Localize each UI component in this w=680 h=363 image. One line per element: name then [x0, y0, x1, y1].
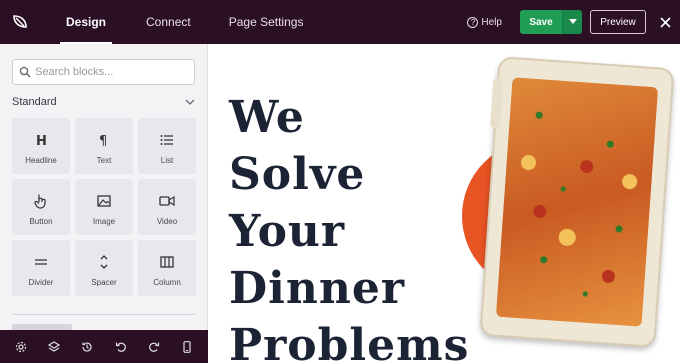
- tab-design[interactable]: Design: [52, 0, 120, 44]
- block-video[interactable]: Video: [138, 179, 196, 235]
- search-icon: [19, 66, 31, 78]
- svg-text:¶: ¶: [99, 134, 107, 147]
- seedprod-leaf-icon[interactable]: [0, 0, 40, 44]
- block-label: Image: [92, 217, 116, 226]
- tab-connect[interactable]: Connect: [132, 0, 205, 44]
- blocks-grid: H Headline ¶ Text List Button Image Vide…: [12, 118, 196, 296]
- block-headline[interactable]: H Headline: [12, 118, 70, 174]
- block-label: List: [160, 156, 174, 165]
- tab-label: Design: [66, 15, 107, 29]
- heading-icon: H: [34, 130, 48, 150]
- list-icon: [160, 130, 174, 150]
- page-builder-app: Design Connect Page Settings ? Help Save…: [0, 0, 680, 363]
- settings-icon[interactable]: [11, 337, 31, 357]
- page-canvas[interactable]: We Solve Your Dinner Problems: [209, 44, 680, 363]
- block-spacer[interactable]: Spacer: [75, 240, 133, 296]
- help-circle-icon: ?: [467, 16, 479, 28]
- block-button[interactable]: Button: [12, 179, 70, 235]
- block-image[interactable]: Image: [75, 179, 133, 235]
- caret-down-icon: [568, 19, 577, 24]
- layers-icon[interactable]: [44, 337, 64, 357]
- block-label: Text: [96, 156, 112, 165]
- bottom-toolbar: [0, 330, 208, 363]
- headline-line: Problems: [229, 320, 470, 363]
- top-toolbar: Design Connect Page Settings ? Help Save…: [0, 0, 680, 44]
- headline-line: Your: [229, 206, 346, 257]
- block-divider[interactable]: Divider: [12, 240, 70, 296]
- svg-text:H: H: [36, 134, 47, 147]
- pasta-bake-image[interactable]: [479, 56, 675, 348]
- video-camera-icon: [159, 191, 175, 211]
- standard-section-header[interactable]: Standard: [12, 95, 195, 109]
- spacer-icon: [99, 252, 109, 272]
- search-blocks-input[interactable]: [35, 66, 185, 78]
- section-divider: [12, 314, 196, 315]
- block-label: Video: [156, 217, 178, 226]
- block-label: Column: [153, 278, 181, 287]
- pasta-food: [495, 77, 659, 327]
- tab-label: Connect: [146, 15, 191, 29]
- editor-tabs: Design Connect Page Settings: [40, 0, 317, 44]
- header-actions: ? Help Save Preview: [467, 0, 680, 44]
- headline-line: We: [229, 92, 305, 143]
- divider-icon: [34, 252, 48, 272]
- chevron-down-icon: [185, 99, 195, 105]
- image-icon: [97, 191, 111, 211]
- block-label: Headline: [25, 156, 57, 165]
- help-link[interactable]: ? Help: [467, 16, 502, 28]
- preview-button[interactable]: Preview: [590, 10, 646, 34]
- tab-page-settings[interactable]: Page Settings: [215, 0, 318, 44]
- close-icon[interactable]: [654, 11, 676, 33]
- search-box: [12, 59, 195, 85]
- columns-icon: [160, 252, 174, 272]
- blocks-sidebar: Standard H Headline ¶ Text List Button: [0, 44, 208, 330]
- block-label: Button: [29, 217, 53, 226]
- headline-line: Solve: [229, 149, 366, 200]
- block-text[interactable]: ¶ Text: [75, 118, 133, 174]
- redo-icon[interactable]: [144, 337, 164, 357]
- mobile-preview-icon[interactable]: [177, 337, 197, 357]
- help-label: Help: [481, 16, 502, 28]
- hero-headline[interactable]: We Solve Your Dinner Problems: [229, 89, 489, 363]
- headline-line: Dinner: [229, 263, 406, 314]
- undo-icon[interactable]: [111, 337, 131, 357]
- block-list[interactable]: List: [138, 118, 196, 174]
- save-button-group: Save: [520, 10, 582, 34]
- history-icon[interactable]: [77, 337, 97, 357]
- block-label: Spacer: [91, 278, 117, 287]
- block-column[interactable]: Column: [138, 240, 196, 296]
- pointer-hand-icon: [34, 191, 48, 211]
- save-button[interactable]: Save: [520, 10, 562, 34]
- save-options-dropdown[interactable]: [562, 10, 582, 34]
- paragraph-icon: ¶: [97, 130, 111, 150]
- section-title: Standard: [12, 96, 57, 108]
- block-label: Divider: [28, 278, 54, 287]
- tab-label: Page Settings: [228, 15, 304, 29]
